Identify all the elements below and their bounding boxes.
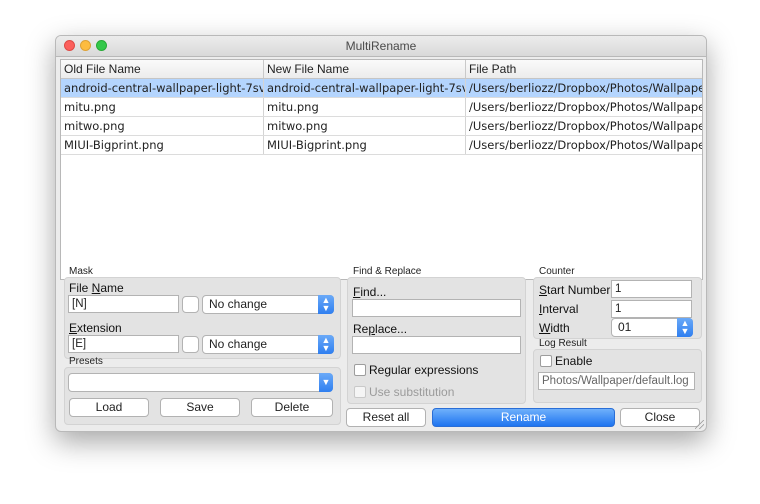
- start-number-input[interactable]: 1: [611, 280, 692, 298]
- width-value: 01: [618, 320, 632, 334]
- cell-file-path: /Users/berliozz/Dropbox/Photos/Wallpaper…: [469, 100, 702, 114]
- title-bar[interactable]: MultiRename: [56, 36, 706, 57]
- use-substitution-label: Use substitution: [369, 385, 455, 399]
- table-row[interactable]: mitu.png mitu.png /Users/berliozz/Dropbo…: [61, 98, 702, 117]
- column-header-file-path[interactable]: File Path: [466, 60, 702, 78]
- find-input[interactable]: [352, 299, 521, 317]
- start-number-label: Start Number: [539, 283, 611, 297]
- extension-label: Extension: [69, 321, 122, 335]
- extension-case-value: No change: [209, 337, 268, 351]
- cell-new-name: mitu.png: [264, 98, 466, 116]
- file-name-insert-button[interactable]: [182, 296, 199, 313]
- cell-new-name: android-central-wallpaper-light-7sv.jpg: [264, 79, 466, 97]
- enable-log-checkbox[interactable]: [540, 355, 552, 367]
- delete-preset-button[interactable]: Delete: [251, 398, 333, 417]
- chevron-down-icon: ▼: [319, 373, 333, 392]
- rename-button[interactable]: Rename: [432, 408, 615, 427]
- table-row[interactable]: MIUI-Bigprint.png MIUI-Bigprint.png /Use…: [61, 136, 702, 155]
- file-name-case-value: No change: [209, 297, 268, 311]
- file-name-case-select[interactable]: No change ▲ ▼: [202, 295, 334, 314]
- load-preset-button[interactable]: Load: [69, 398, 149, 417]
- table-row[interactable]: android-central-wallpaper-light-7sv.jpg …: [61, 79, 702, 98]
- width-label: Width: [539, 321, 570, 335]
- regular-expressions-checkbox[interactable]: [354, 364, 366, 376]
- file-name-mask-input[interactable]: [N]: [68, 295, 179, 313]
- log-path-input[interactable]: Photos/Wallpaper/default.log: [538, 372, 695, 390]
- cell-old-name: android-central-wallpaper-light-7sv.jpg: [61, 79, 264, 97]
- cell-old-name: mitu.png: [61, 98, 264, 116]
- file-table[interactable]: Old File Name New File Name File Path an…: [60, 59, 703, 280]
- cell-file-path: /Users/berliozz/Dropbox/Photos/Wallpaper…: [469, 138, 702, 152]
- replace-label: Replace...: [353, 322, 408, 336]
- chevron-up-down-icon: ▲ ▼: [677, 318, 693, 337]
- close-button[interactable]: Close: [620, 408, 700, 427]
- chevron-up-down-icon: ▲ ▼: [318, 295, 334, 314]
- cell-old-name: mitwo.png: [61, 117, 264, 135]
- cell-old-name: MIUI-Bigprint.png: [61, 136, 264, 154]
- cell-new-name: mitwo.png: [264, 117, 466, 135]
- reset-all-button[interactable]: Reset all: [346, 408, 426, 427]
- multirename-window: MultiRename Old File Name New File Name …: [55, 35, 707, 432]
- extension-mask-input[interactable]: [E]: [68, 335, 179, 353]
- width-select[interactable]: 01 ▲ ▼: [611, 318, 693, 337]
- log-result-section-label: Log Result: [539, 338, 587, 349]
- table-header: Old File Name New File Name File Path: [61, 60, 702, 79]
- resize-grip-icon[interactable]: [695, 420, 704, 429]
- chevron-up-down-icon: ▲ ▼: [318, 335, 334, 354]
- replace-input[interactable]: [352, 336, 521, 354]
- mask-section-label: Mask: [69, 266, 93, 277]
- window-title: MultiRename: [345, 39, 417, 53]
- interval-label: Interval: [539, 302, 579, 316]
- file-name-label: File Name: [69, 281, 124, 295]
- column-header-new-name[interactable]: New File Name: [264, 60, 466, 78]
- cell-new-name: MIUI-Bigprint.png: [264, 136, 466, 154]
- find-replace-section-label: Find & Replace: [353, 266, 422, 277]
- cell-file-path: /Users/berliozz/Dropbox/Photos/Wallpaper…: [469, 119, 702, 133]
- regular-expressions-label: Regular expressions: [369, 363, 479, 377]
- cell-file-path: /Users/berliozz/Dropbox/Photos/Wallpaper…: [469, 81, 702, 95]
- interval-input[interactable]: 1: [611, 300, 692, 318]
- counter-section-label: Counter: [539, 266, 575, 277]
- find-label: Find...: [353, 285, 387, 299]
- table-row[interactable]: mitwo.png mitwo.png /Users/berliozz/Drop…: [61, 117, 702, 136]
- enable-log-label: Enable: [555, 354, 593, 368]
- presets-section-label: Presets: [69, 356, 103, 367]
- presets-select[interactable]: ▼: [68, 373, 333, 392]
- use-substitution-checkbox[interactable]: [354, 386, 366, 398]
- save-preset-button[interactable]: Save: [160, 398, 240, 417]
- extension-insert-button[interactable]: [182, 336, 199, 353]
- column-header-old-name[interactable]: Old File Name: [61, 60, 264, 78]
- extension-case-select[interactable]: No change ▲ ▼: [202, 335, 334, 354]
